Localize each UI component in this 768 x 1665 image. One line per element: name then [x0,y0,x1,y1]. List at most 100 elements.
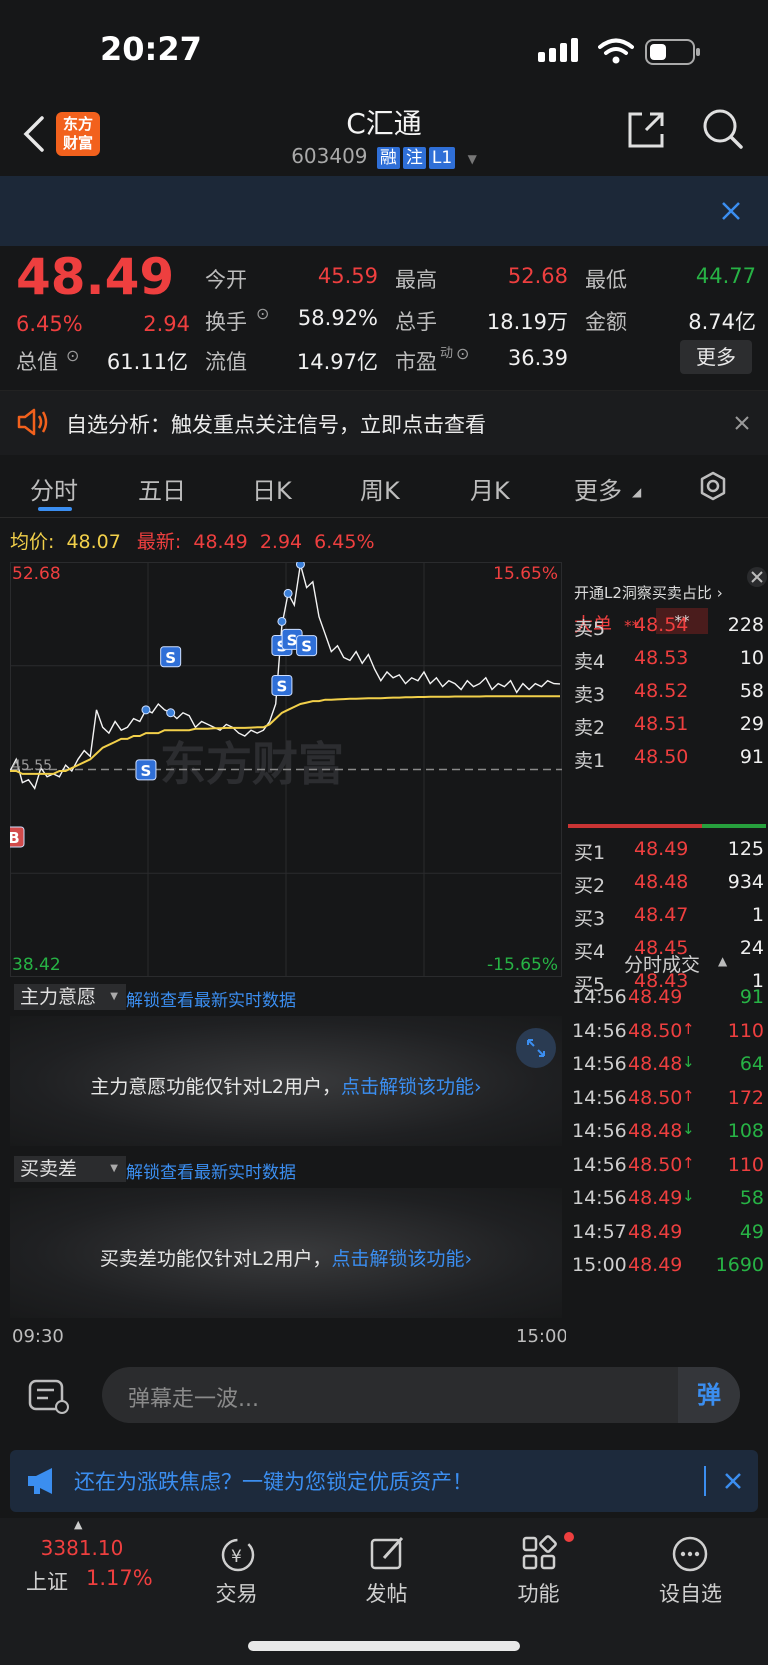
main-force-dropdown[interactable]: 主力意愿 ▼ [14,984,126,1010]
expand-icon [527,1039,545,1057]
trade-row: 14:56 48.48 ↓ 64 [572,1053,764,1083]
tag-margin: 融 [376,147,400,169]
buy-signal-marker[interactable]: B [10,826,25,848]
tag-level: L1 [428,147,456,169]
tab-five-day[interactable]: 五日 [138,471,186,506]
gear-icon[interactable] [698,471,728,501]
trade-time: 14:56 [572,1053,627,1075]
level-label: 卖1 [574,750,606,772]
index-pct: 1.17% [86,1566,153,1590]
trade-direction: ↓ [682,1053,695,1071]
close-icon[interactable] [734,415,750,431]
sell-signal-marker[interactable]: S [271,674,293,696]
info-icon[interactable]: ⊙ [456,344,469,363]
info-icon[interactable]: ⊙ [256,304,269,323]
tab-intraday[interactable]: 分时 [30,471,78,506]
trades-title[interactable]: 分时成交 [624,950,700,977]
search-icon[interactable] [702,108,744,152]
tag-attention: 注 [402,147,426,169]
notice-text: 自选分析：触发重点关注信号，立即点击查看 [66,413,486,437]
tab-more[interactable]: 更多 [574,471,622,506]
info-icon[interactable]: ⊙ [66,346,79,365]
tab-monthly-k[interactable]: 月K [470,471,510,506]
intraday-chart-svg: 东方财富 SSSSSSB [10,562,562,977]
analysis-notice[interactable]: 自选分析：触发重点关注信号，立即点击查看 [0,390,768,456]
chevron-right-icon: › [716,584,723,602]
svg-text:S: S [277,677,288,695]
total-mv-label: 总值 [16,350,58,374]
change-percent: 6.45% [16,312,83,336]
sell-signal-marker[interactable]: S [160,646,182,668]
level-volume: 1 [751,904,764,926]
trade-row: 14:56 48.49 ↓ 58 [572,1187,764,1217]
level-price: 48.49 [634,838,689,860]
bid-row: 买3 48.47 1 [574,904,764,934]
bid-row: 买2 48.48 934 [574,871,764,901]
low-value: 44.77 [695,264,756,288]
l2-promo-link[interactable]: 开通L2洞察买卖占比 › [574,582,723,603]
intraday-chart[interactable]: 东方财富 SSSSSSB 52.68 15.65% 38.42 -15.65% … [10,562,562,977]
chevron-right-icon: › [474,1076,482,1098]
dropdown-label: 买卖差 [20,1158,78,1180]
ad-banner[interactable] [0,176,768,246]
chevron-down-icon: ▼ [110,1163,118,1174]
chevron-right-icon: › [464,1248,473,1270]
expand-button[interactable] [516,1028,556,1068]
close-icon[interactable] [724,1472,742,1490]
unlock-feature-link[interactable]: 点击解锁该功能 [341,1076,474,1098]
trade-direction: ↓ [682,1187,695,1205]
caret-up-icon[interactable]: ▲ [718,954,727,968]
sell-signal-marker[interactable]: S [135,759,157,781]
level-volume: 125 [727,838,764,860]
trade-volume: 91 [739,986,764,1008]
level-volume: 934 [727,871,764,893]
svg-text:S: S [301,638,312,656]
float-mv-value: 14.97亿 [296,350,378,374]
trade-direction: ↑ [682,1019,695,1038]
trade-direction: ↓ [682,1120,695,1138]
high-label: 最高 [395,268,437,292]
trade-volume: 172 [727,1086,764,1109]
ask-bar [568,824,702,828]
high-value: 52.68 [507,264,568,288]
danmaku-input[interactable]: 弹幕走一波... 弹 [102,1367,740,1423]
chevron-down-icon: ▼ [110,991,118,1002]
close-icon[interactable] [720,200,742,222]
trade-row: 14:56 48.48 ↓ 108 [572,1120,764,1150]
home-indicator [248,1641,520,1651]
danmaku-send-button[interactable]: 弹 [678,1367,740,1423]
promo-text: 还在为涨跌焦虑？一键为您锁定优质资产！ [74,1470,473,1494]
trade-direction: ↑ [682,1153,695,1172]
edit-icon [370,1536,404,1570]
amount-label: 金额 [585,310,627,334]
share-icon[interactable] [626,110,666,150]
open-value: 45.59 [317,264,378,288]
buy-sell-diff-dropdown[interactable]: 买卖差 ▼ [14,1156,126,1182]
level-volume: 228 [727,614,764,636]
level-volume: 10 [739,647,764,669]
unlock-feature-link[interactable]: 点击解锁该功能 [332,1248,465,1270]
level-volume: 24 [739,937,764,959]
ask-row: 卖2 48.51 29 [574,713,764,743]
pct-top-label: 15.65% [493,564,558,584]
unlock-link[interactable]: 解锁查看最新实时数据 [126,986,296,1011]
level-price: 48.52 [634,680,689,702]
sell-signal-marker[interactable]: S [296,635,318,657]
level-volume: 29 [739,713,764,735]
trade-row: 14:56 48.50 ↑ 172 [572,1086,764,1117]
pe-value: 36.39 [507,346,568,370]
wifi-icon [598,38,634,64]
level-label: 买3 [574,908,606,930]
trade-time: 14:56 [572,1187,627,1209]
message-settings-icon[interactable] [26,1377,72,1417]
signal-dot [141,705,151,715]
total-mv-value: 61.11亿 [106,350,188,374]
unlock-link[interactable]: 解锁查看最新实时数据 [126,1158,296,1183]
tab-weekly-k[interactable]: 周K [360,471,400,506]
ask-row: 卖4 48.53 10 [574,647,764,677]
more-button[interactable]: 更多 [680,340,752,374]
tab-daily-k[interactable]: 日K [252,471,292,506]
close-icon[interactable] [746,566,768,588]
promo-bar[interactable]: 还在为涨跌焦虑？一键为您锁定优质资产！ [10,1450,758,1512]
trade-price: 48.48 [628,1053,683,1075]
